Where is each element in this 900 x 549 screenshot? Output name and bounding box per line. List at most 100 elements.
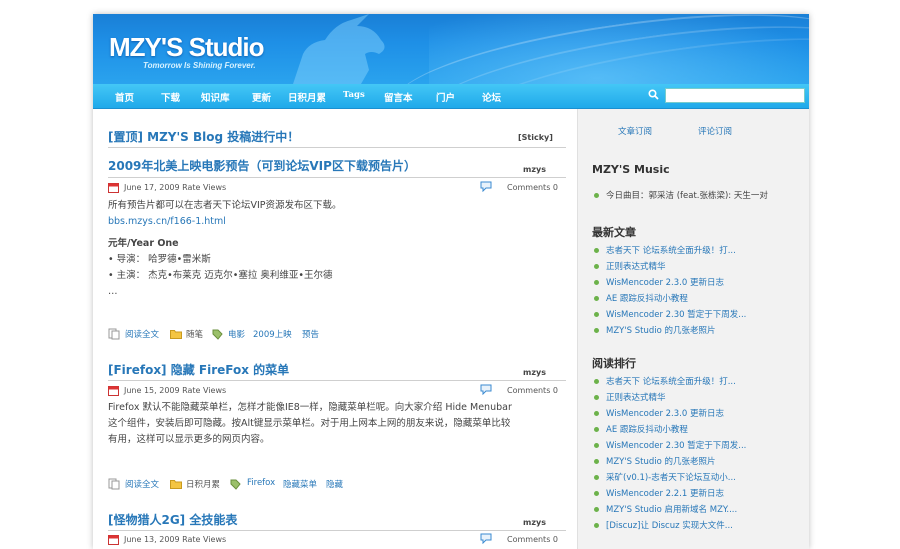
post-title[interactable]: 2009年北美上映电影预告（可到论坛VIP区下载预告片） [108,157,416,174]
post-author: mzys [523,368,546,377]
excerpt-ellipsis: … [108,286,118,297]
divider [108,530,566,531]
tag-link[interactable]: 隐藏 [326,478,343,490]
tag-icon [212,329,223,340]
calendar-icon [108,183,119,193]
nav-item-knowledge[interactable]: 知识库 [201,90,230,104]
tag-link[interactable]: 2009上映 [253,328,292,340]
popular-heading: 阅读排行 [592,357,636,370]
read-more-icon [108,478,120,490]
nav-item-daily[interactable]: 日积月累 [288,90,326,104]
bullet-icon [594,411,599,416]
post-title[interactable]: [置顶] MZY'S Blog 投稿进行中！ [108,128,299,145]
divider [108,380,566,381]
sidebar: 文章订阅 评论订阅 MZY'S Music 今日曲目：郭采洁 (feat.张栋梁… [577,109,809,549]
tag-link[interactable]: Firefox [247,478,275,488]
bullet-icon [594,395,599,400]
bullet-icon [594,443,599,448]
popular-post-link[interactable]: MZY'S Studio 启用新域名 MZY.... [594,503,737,515]
bullet-icon [594,280,599,285]
nav-item-home[interactable]: 首页 [115,90,134,104]
popular-post-link[interactable]: WisMencoder 2.2.1 更新日志 [594,487,724,499]
bullet-icon [594,523,599,528]
bullet-icon [594,427,599,432]
bullet-icon [594,459,599,464]
bullet-icon [594,491,599,496]
nav-item-updates[interactable]: 更新 [252,90,271,104]
comments-link[interactable]: Comments 0 [507,535,558,544]
bullet-icon [594,193,599,198]
comments-link[interactable]: Comments 0 [507,183,558,192]
excerpt-line: • 主演： 杰克•布莱克 迈克尔•塞拉 奥利维亚•王尔德 [108,270,333,281]
popular-post-link[interactable]: MZY'S Studio 的几张老照片 [594,455,716,467]
nav-item-guestbook[interactable]: 留言本 [384,90,413,104]
tag-link[interactable]: 隐藏菜单 [283,478,317,490]
excerpt-line: • 导演： 哈罗德•雷米斯 [108,254,211,265]
articles-feed-link[interactable]: 文章订阅 [618,125,652,137]
divider [108,177,566,178]
latest-post-link[interactable]: WisMencoder 2.30 暂定于下周发... [594,308,746,320]
category-link[interactable]: 随笔 [186,328,203,340]
latest-post-link[interactable]: 志者天下 论坛系统全面升级！打... [594,244,736,256]
post-date: June 15, 2009 Rate Views [124,386,227,395]
sticky-badge: [Sticky] [518,133,553,142]
popular-post-link[interactable]: WisMencoder 2.30 暂定于下周发... [594,439,746,451]
bullet-icon [594,328,599,333]
comment-bubble-icon[interactable] [480,181,493,192]
calendar-icon [108,386,119,396]
post-title[interactable]: [怪物猎人2G] 全技能表 [108,511,237,528]
latest-post-link[interactable]: 正则表达式精华 [594,260,666,272]
site-tagline: Tomorrow Is Shining Forever. [143,61,256,70]
tag-link[interactable]: 电影 [228,328,245,340]
latest-posts-heading: 最新文章 [592,226,636,239]
nav-item-portal[interactable]: 门户 [436,90,455,104]
excerpt-line: 这个组件，安装后即可隐藏。按Alt键显示菜单栏。对于用上网本上网的朋友来说，隐藏… [108,418,511,429]
excerpt-line: 所有预告片都可以在志者天下论坛VIP资源发布区下载。 [108,200,342,211]
bullet-icon [594,379,599,384]
tag-link[interactable]: 预告 [302,328,319,340]
folder-icon [170,330,182,339]
popular-post-link[interactable]: AE 跟踪反抖动小教程 [594,423,688,435]
post-excerpt: Firefox 默认不能隐藏菜单栏，怎样才能像IE8一样，隐藏菜单栏呢。向大家介… [108,400,566,448]
bullet-icon [594,264,599,269]
read-more-link[interactable]: 阅读全文 [125,478,159,490]
tag-icon [230,479,241,490]
page: MZY'S Studio Tomorrow Is Shining Forever… [93,14,809,549]
excerpt-link[interactable]: bbs.mzys.cn/f166-1.html [108,214,566,230]
search-input[interactable] [665,88,805,103]
comments-link[interactable]: Comments 0 [507,386,558,395]
comment-bubble-icon[interactable] [480,533,493,544]
bullet-icon [594,296,599,301]
latest-post-link[interactable]: AE 跟踪反抖动小教程 [594,292,688,304]
bullet-icon [594,312,599,317]
post-excerpt: 所有预告片都可以在志者天下论坛VIP资源发布区下载。 bbs.mzys.cn/f… [108,198,566,300]
excerpt-line: 有用，这样可以显示更多的网页内容。 [108,434,270,445]
folder-icon [170,480,182,489]
latest-post-link[interactable]: MZY'S Studio 的几张老照片 [594,324,716,336]
comments-feed-link[interactable]: 评论订阅 [698,125,732,137]
comment-bubble-icon[interactable] [480,384,493,395]
bullet-icon [594,248,599,253]
divider [108,147,566,148]
music-now-playing: 今日曲目：郭采洁 (feat.张栋梁): 天生一对 [594,189,768,201]
popular-post-link[interactable]: [Discuz]让 Discuz 实现大文件... [594,519,733,531]
popular-post-link[interactable]: WisMencoder 2.3.0 更新日志 [594,407,724,419]
read-more-link[interactable]: 阅读全文 [125,328,159,340]
latest-post-link[interactable]: WisMencoder 2.3.0 更新日志 [594,276,724,288]
category-link[interactable]: 日积月累 [186,478,220,490]
music-track: 今日曲目：郭采洁 (feat.张栋梁): 天生一对 [606,191,768,201]
read-more-icon [108,328,120,340]
site-logo[interactable]: MZY'S Studio [109,32,264,63]
post-title[interactable]: [Firefox] 隐藏 FireFox 的菜单 [108,361,289,378]
music-heading: MZY'S Music [592,163,670,176]
popular-post-link[interactable]: 正则表达式精华 [594,391,666,403]
search-icon[interactable] [648,89,659,100]
nav-item-tags[interactable]: Tags [343,90,365,100]
popular-post-link[interactable]: 志者天下 论坛系统全面升级！打... [594,375,736,387]
post-author: mzys [523,165,546,174]
nav-item-download[interactable]: 下载 [161,90,180,104]
nav-item-forum[interactable]: 论坛 [482,90,501,104]
unicorn-silhouette-icon [293,14,385,84]
popular-post-link[interactable]: 采矿(v0.1)-志者天下论坛互动小... [594,471,736,483]
excerpt-line: Firefox 默认不能隐藏菜单栏，怎样才能像IE8一样，隐藏菜单栏呢。向大家介… [108,402,512,413]
